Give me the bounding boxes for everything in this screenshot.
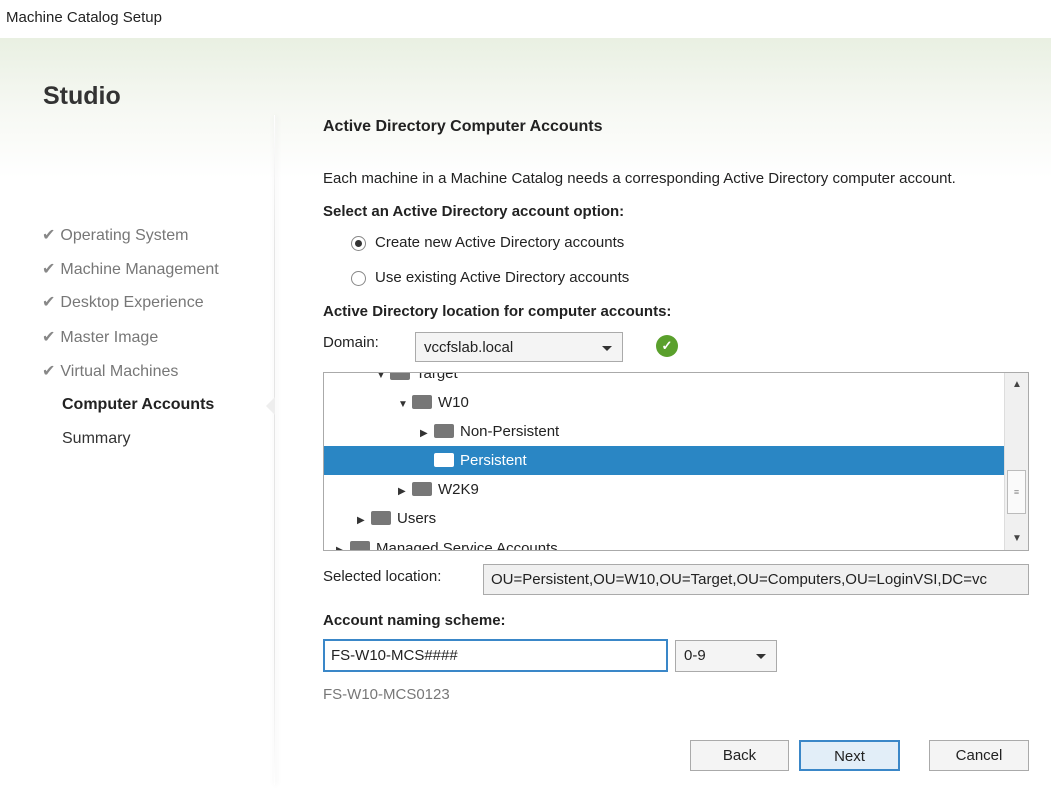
tree-node-target[interactable]: ▼ Target: [376, 372, 458, 388]
check-icon: ✔: [42, 261, 56, 278]
node-label: W2K9: [438, 481, 479, 498]
collapsed-icon: ▶: [398, 486, 406, 497]
tree-node-non-persistent[interactable]: ▶ Non-Persistent: [420, 417, 559, 446]
brand-title: Studio: [43, 82, 121, 110]
radio-label: Use existing Active Directory accounts: [375, 269, 630, 286]
step-label: Machine Management: [60, 261, 219, 278]
check-icon: ✔: [42, 227, 56, 244]
step-label: Master Image: [60, 329, 159, 346]
chevron-down-icon: [602, 346, 612, 351]
radio-button[interactable]: [351, 236, 366, 251]
tree-node-users[interactable]: ▶ Users: [357, 504, 436, 533]
naming-label: Account naming scheme:: [323, 612, 506, 629]
cancel-button[interactable]: Cancel: [929, 740, 1029, 771]
domain-label: Domain:: [323, 334, 379, 351]
option-label: Select an Active Directory account optio…: [323, 203, 625, 220]
radio-label: Create new Active Directory accounts: [375, 234, 625, 251]
back-button[interactable]: Back: [690, 740, 789, 771]
step-operating-system: ✔ Operating System: [42, 225, 188, 245]
radio-button[interactable]: [351, 271, 366, 286]
selected-location-label: Selected location:: [323, 568, 442, 585]
step-label: Virtual Machines: [60, 363, 179, 380]
naming-type-value: 0-9: [684, 647, 706, 664]
folder-icon: [350, 541, 370, 550]
intro-text: Each machine in a Machine Catalog needs …: [323, 170, 956, 187]
folder-open-icon: [434, 453, 454, 467]
tree-node-managed-service-accounts[interactable]: ▶ Managed Service Accounts: [336, 534, 558, 551]
selected-location-field: OU=Persistent,OU=W10,OU=Target,OU=Comput…: [483, 564, 1029, 595]
step-computer-accounts: Computer Accounts: [62, 396, 215, 413]
check-icon: ✔: [42, 363, 56, 380]
folder-icon: [412, 395, 432, 409]
scroll-up-icon[interactable]: ▲: [1012, 379, 1022, 390]
tree-scrollbar[interactable]: ▲ ≡ ▼: [1004, 373, 1028, 550]
domain-value: vccfslab.local: [424, 339, 514, 356]
collapsed-icon: ▶: [357, 515, 365, 526]
node-label: Managed Service Accounts: [376, 540, 558, 551]
domain-select[interactable]: vccfslab.local: [415, 332, 623, 362]
folder-icon: [371, 511, 391, 525]
step-machine-management: ✔ Machine Management: [42, 259, 219, 279]
node-label: W10: [438, 394, 469, 411]
naming-preview: FS-W10-MCS0123: [323, 686, 450, 703]
collapsed-icon: ▶: [420, 428, 428, 439]
step-summary: Summary: [62, 430, 131, 447]
check-icon: ✔: [42, 329, 56, 346]
collapsed-icon: ▶: [336, 545, 344, 551]
node-label: Users: [397, 510, 437, 527]
window-title: Machine Catalog Setup: [0, 0, 1051, 38]
check-icon: ✔: [42, 294, 56, 311]
naming-scheme-input[interactable]: FS-W10-MCS####: [323, 639, 668, 672]
naming-type-select[interactable]: 0-9: [675, 640, 777, 672]
step-label: Operating System: [60, 227, 189, 244]
folder-icon: [390, 373, 410, 380]
tree-node-w2k9[interactable]: ▶ W2K9: [398, 475, 479, 504]
step-label: Desktop Experience: [60, 294, 204, 311]
step-master-image: ✔ Master Image: [42, 327, 158, 347]
ou-tree[interactable]: ▼ Target ▼ W10 ▶ Non-Persistent Persistent …: [323, 372, 1029, 551]
expanded-icon: ▼: [398, 399, 408, 410]
step-desktop-experience: ✔ Desktop Experience: [42, 292, 204, 312]
folder-icon: [434, 424, 454, 438]
tree-node-persistent[interactable]: Persistent: [324, 446, 1004, 475]
node-label: Target: [416, 372, 458, 382]
sidebar: [0, 38, 274, 812]
node-label: Non-Persistent: [460, 423, 560, 440]
check-circle-icon: ✓: [656, 335, 678, 357]
location-label: Active Directory location for computer a…: [323, 303, 672, 320]
chevron-down-icon: [756, 654, 766, 659]
scroll-thumb[interactable]: ≡: [1007, 470, 1026, 514]
next-button[interactable]: Next: [799, 740, 900, 771]
step-virtual-machines: ✔ Virtual Machines: [42, 361, 178, 381]
scroll-down-icon[interactable]: ▼: [1012, 533, 1022, 544]
folder-icon: [412, 482, 432, 496]
divider: [274, 115, 275, 785]
page-heading: Active Directory Computer Accounts: [323, 118, 603, 135]
node-label: Persistent: [460, 452, 527, 469]
tree-node-w10[interactable]: ▼ W10: [398, 388, 469, 417]
current-step-pointer: [266, 397, 275, 415]
expanded-icon: ▼: [376, 372, 386, 381]
